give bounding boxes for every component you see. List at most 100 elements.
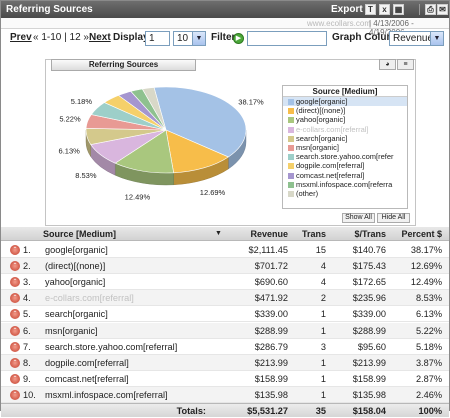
row-per-trans: $175.43 bbox=[352, 261, 386, 272]
expand-row-icon[interactable]: ⌃ bbox=[10, 261, 20, 272]
table-row: ⌃ 8. dogpile.com[referral] $213.99 1 $213.99 3… bbox=[1, 354, 449, 371]
row-per-trans: $172.65 bbox=[352, 277, 386, 288]
row-percent: 5.18% bbox=[415, 341, 442, 352]
row-number: 6. bbox=[23, 325, 31, 336]
row-number: 5. bbox=[23, 309, 31, 320]
legend-swatch bbox=[288, 99, 294, 105]
table-row: ⌃ 6. msn[organic] $288.99 1 $288.99 5.22% bbox=[1, 322, 449, 339]
legend-swatch bbox=[288, 181, 294, 188]
row-percent: 6.13% bbox=[415, 309, 442, 320]
column-revenue[interactable]: Revenue bbox=[221, 227, 288, 241]
legend-item[interactable]: comcast.net[referral] bbox=[283, 171, 407, 180]
table-row: ⌃ 2. (direct)[(none)] $701.72 4 $175.43 12.69% bbox=[1, 258, 449, 275]
legend-label: search.store.yahoo.com[refer bbox=[296, 152, 394, 162]
legend-item[interactable]: search.store.yahoo.com[refer bbox=[283, 152, 407, 161]
legend-label: (other) bbox=[296, 188, 319, 198]
row-revenue: $690.60 bbox=[254, 277, 288, 288]
row-source[interactable]: e-collars.com[referral] bbox=[45, 290, 134, 306]
column-source[interactable]: Source [Medium] bbox=[43, 227, 116, 241]
table-row: ⌃ 9. comcast.net[referral] $158.99 1 $158.99 2… bbox=[1, 371, 449, 387]
expand-row-icon[interactable]: ⌃ bbox=[10, 325, 20, 336]
row-percent: 8.53% bbox=[415, 293, 442, 304]
legend-item[interactable]: dogpile.com[referral] bbox=[283, 161, 407, 170]
legend-item[interactable]: e-collars.com[referral] bbox=[283, 125, 407, 134]
pie-slice-label: 12.49% bbox=[125, 193, 151, 202]
legend-label: search[organic] bbox=[296, 133, 348, 143]
legend-item[interactable]: search[organic] bbox=[283, 134, 407, 143]
table-row: ⌃ 1. google[organic] $2,111.45 15 $140.76 38.1… bbox=[1, 242, 449, 259]
row-revenue: $158.99 bbox=[254, 373, 288, 384]
table-row: ⌃ 10. msxml.infospace.com[referral] $135.98… bbox=[1, 386, 449, 403]
row-percent: 2.87% bbox=[415, 373, 442, 384]
expand-row-icon[interactable]: ⌃ bbox=[10, 341, 20, 352]
row-trans: 1 bbox=[320, 373, 326, 384]
row-revenue: $701.72 bbox=[254, 261, 288, 272]
report-window: Referring Sources Export T x ▦ ⎙ ✉ www.e… bbox=[0, 0, 450, 417]
row-per-trans: $158.99 bbox=[352, 373, 386, 384]
row-source[interactable]: comcast.net[referral] bbox=[45, 371, 129, 387]
row-percent: 12.49% bbox=[410, 277, 442, 288]
table-row: ⌃ 5. search[organic] $339.00 1 $339.00 6.13% bbox=[1, 306, 449, 323]
legend-swatch bbox=[288, 154, 294, 161]
legend-label: (direct)[(none)] bbox=[296, 106, 346, 116]
expand-row-icon[interactable]: ⌃ bbox=[10, 309, 20, 320]
expand-row-icon[interactable]: ⌃ bbox=[10, 245, 20, 255]
row-trans: 3 bbox=[320, 341, 326, 352]
column-per-trans[interactable]: $/Trans bbox=[331, 227, 386, 241]
row-trans: 15 bbox=[315, 245, 326, 255]
legend-title: Source [Medium] bbox=[283, 86, 407, 97]
row-source[interactable]: msn[organic] bbox=[45, 323, 98, 339]
table-row: ⌃ 7. search.store.yahoo.com[referral] $286.… bbox=[1, 339, 449, 355]
totals-percent: 100% bbox=[418, 406, 443, 416]
table-row: ⌃ 4. e-collars.com[referral] $471.92 2 $235.9… bbox=[1, 290, 449, 307]
expand-row-icon[interactable]: ⌃ bbox=[10, 389, 20, 400]
pie-slice-label: 6.13% bbox=[59, 147, 81, 156]
row-percent: 3.87% bbox=[415, 357, 442, 368]
row-revenue: $2,111.45 bbox=[248, 245, 288, 255]
legend-item[interactable]: google[organic] bbox=[283, 97, 407, 107]
row-source[interactable]: search[organic] bbox=[45, 306, 108, 322]
row-per-trans: $339.00 bbox=[352, 309, 386, 320]
expand-row-icon[interactable]: ⌃ bbox=[10, 277, 20, 288]
legend-item[interactable]: (other) bbox=[283, 189, 407, 198]
row-per-trans: $95.60 bbox=[357, 341, 386, 352]
row-trans: 1 bbox=[320, 309, 326, 320]
row-per-trans: $135.98 bbox=[352, 389, 386, 400]
expand-row-icon[interactable]: ⌃ bbox=[10, 357, 20, 368]
expand-row-icon[interactable]: ⌃ bbox=[10, 373, 20, 384]
expand-row-icon[interactable]: ⌃ bbox=[10, 293, 20, 304]
hide-all-button[interactable]: Hide All bbox=[377, 213, 410, 223]
column-percent[interactable]: Percent $ bbox=[387, 227, 442, 241]
legend-label: msn[organic] bbox=[296, 142, 339, 152]
column-trans[interactable]: Trans bbox=[289, 227, 326, 241]
legend-label: e-collars.com[referral] bbox=[296, 124, 369, 134]
row-source[interactable]: google[organic] bbox=[45, 242, 108, 258]
row-trans: 4 bbox=[320, 277, 326, 288]
row-revenue: $339.00 bbox=[254, 309, 288, 320]
legend-swatch bbox=[288, 172, 294, 179]
row-revenue: $135.98 bbox=[254, 389, 288, 400]
row-percent: 5.22% bbox=[415, 325, 442, 336]
legend-item[interactable]: msn[organic] bbox=[283, 143, 407, 152]
legend-item[interactable]: msxml.infospace.com[referra bbox=[283, 180, 407, 189]
show-all-button[interactable]: Show All bbox=[342, 213, 375, 223]
row-trans: 1 bbox=[320, 389, 326, 400]
legend-item[interactable]: (direct)[(none)] bbox=[283, 106, 407, 115]
legend-label: msxml.infospace.com[referra bbox=[296, 179, 393, 189]
row-per-trans: $140.76 bbox=[352, 245, 386, 255]
row-source[interactable]: yahoo[organic] bbox=[45, 274, 105, 290]
legend-label: yahoo[organic] bbox=[296, 115, 346, 125]
row-source[interactable]: search.store.yahoo.com[referral] bbox=[45, 339, 177, 355]
row-source[interactable]: dogpile.com[referral] bbox=[45, 355, 129, 371]
row-revenue: $288.99 bbox=[254, 325, 288, 336]
legend-item[interactable]: yahoo[organic] bbox=[283, 115, 407, 124]
row-trans: 2 bbox=[320, 293, 326, 304]
row-number: 9. bbox=[23, 373, 31, 384]
row-per-trans: $235.96 bbox=[352, 293, 386, 304]
pie-slice-label: 5.18% bbox=[71, 97, 93, 106]
row-number: 3. bbox=[23, 277, 31, 288]
row-source[interactable]: (direct)[(none)] bbox=[45, 258, 105, 274]
pie-slice-label: 38.17% bbox=[238, 98, 264, 107]
legend-swatch bbox=[288, 163, 294, 170]
row-source[interactable]: msxml.infospace.com[referral] bbox=[45, 387, 168, 403]
